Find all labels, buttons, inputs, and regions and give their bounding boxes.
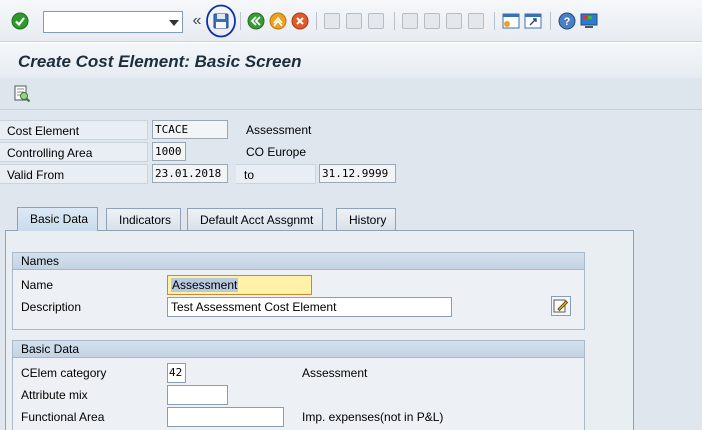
check-icon[interactable] (11, 12, 29, 30)
tab-label: Default Acct Assgnmt (200, 213, 314, 227)
system-toolbar: « ? (0, 0, 702, 42)
toolbar-separator (494, 12, 495, 30)
first-page-icon[interactable] (402, 13, 418, 29)
valid-from-label: Valid From (0, 164, 148, 184)
help-icon[interactable]: ? (558, 12, 576, 30)
toolbar-separator (394, 12, 395, 30)
cost-element-field[interactable]: TCACE (152, 120, 228, 139)
description-label: Description (21, 300, 82, 314)
name-label: Name (21, 278, 54, 292)
basic-data-group-title: Basic Data (13, 341, 584, 358)
last-page-icon[interactable] (468, 13, 484, 29)
find-next-icon[interactable] (368, 13, 384, 29)
attribute-mix-label: Attribute mix (21, 388, 88, 402)
exit-icon[interactable] (269, 12, 287, 30)
names-group-title: Names (13, 253, 584, 270)
command-field[interactable] (43, 11, 183, 33)
tab-default-acct-assgnmt[interactable]: Default Acct Assgnmt (187, 208, 324, 230)
save-button[interactable] (205, 4, 237, 38)
create-session-icon[interactable] (502, 12, 520, 30)
display-detail-icon[interactable] (13, 85, 31, 103)
toolbar-separator (316, 12, 317, 30)
toolbar-separator (240, 12, 241, 30)
next-page-icon[interactable] (446, 13, 462, 29)
long-text-edit-icon[interactable] (551, 296, 571, 316)
tab-label: Indicators (119, 213, 172, 227)
back-icon[interactable] (247, 12, 265, 30)
celem-category-description: Assessment (302, 366, 368, 380)
description-field[interactable]: Test Assessment Cost Element (167, 297, 452, 317)
valid-to-label: to (236, 164, 316, 184)
tab-indicators[interactable]: Indicators (106, 208, 182, 230)
controlling-area-label: Controlling Area (0, 142, 148, 162)
controlling-area-field[interactable]: 1000 (152, 142, 186, 161)
previous-page-icon[interactable] (424, 13, 440, 29)
application-toolbar (0, 78, 702, 110)
layout-menu-icon[interactable] (580, 12, 598, 30)
find-icon[interactable] (346, 13, 362, 29)
functional-area-label: Functional Area (21, 410, 105, 424)
attribute-mix-field[interactable] (167, 385, 228, 405)
tab-basic-data[interactable]: Basic Data (17, 207, 99, 231)
controlling-area-description: CO Europe (246, 145, 307, 159)
valid-to-field[interactable]: 31.12.9999 (319, 164, 396, 183)
title-bar: Create Cost Element: Basic Screen (0, 42, 702, 78)
functional-area-field[interactable] (167, 407, 284, 427)
cancel-icon[interactable] (291, 12, 309, 30)
print-icon[interactable] (324, 13, 340, 29)
tab-label: History (349, 213, 387, 227)
functional-area-description: Imp. expenses(not in P&L) (302, 410, 444, 424)
save-icon (213, 13, 229, 29)
cost-element-label: Cost Element (0, 120, 148, 140)
svg-text:?: ? (564, 16, 571, 28)
tab-label: Basic Data (30, 212, 89, 226)
nav-back-chevron-icon[interactable]: « (191, 12, 203, 30)
names-group: Names Name Assessment Description Test A… (12, 252, 585, 330)
basic-data-group: Basic Data CElem category 42 Assessment … (12, 340, 585, 430)
celem-category-field[interactable]: 42 (167, 363, 186, 383)
cost-element-description: Assessment (246, 123, 312, 137)
page-title: Create Cost Element: Basic Screen (18, 52, 302, 71)
name-field-value: Assessment (171, 278, 239, 292)
name-field[interactable]: Assessment (167, 275, 312, 295)
toolbar-separator (550, 12, 551, 30)
celem-category-label: CElem category (21, 366, 107, 380)
valid-from-field[interactable]: 23.01.2018 (152, 164, 228, 183)
tab-history[interactable]: History (336, 208, 397, 230)
chevron-down-icon[interactable] (169, 20, 179, 26)
shortcut-icon[interactable] (524, 12, 542, 30)
